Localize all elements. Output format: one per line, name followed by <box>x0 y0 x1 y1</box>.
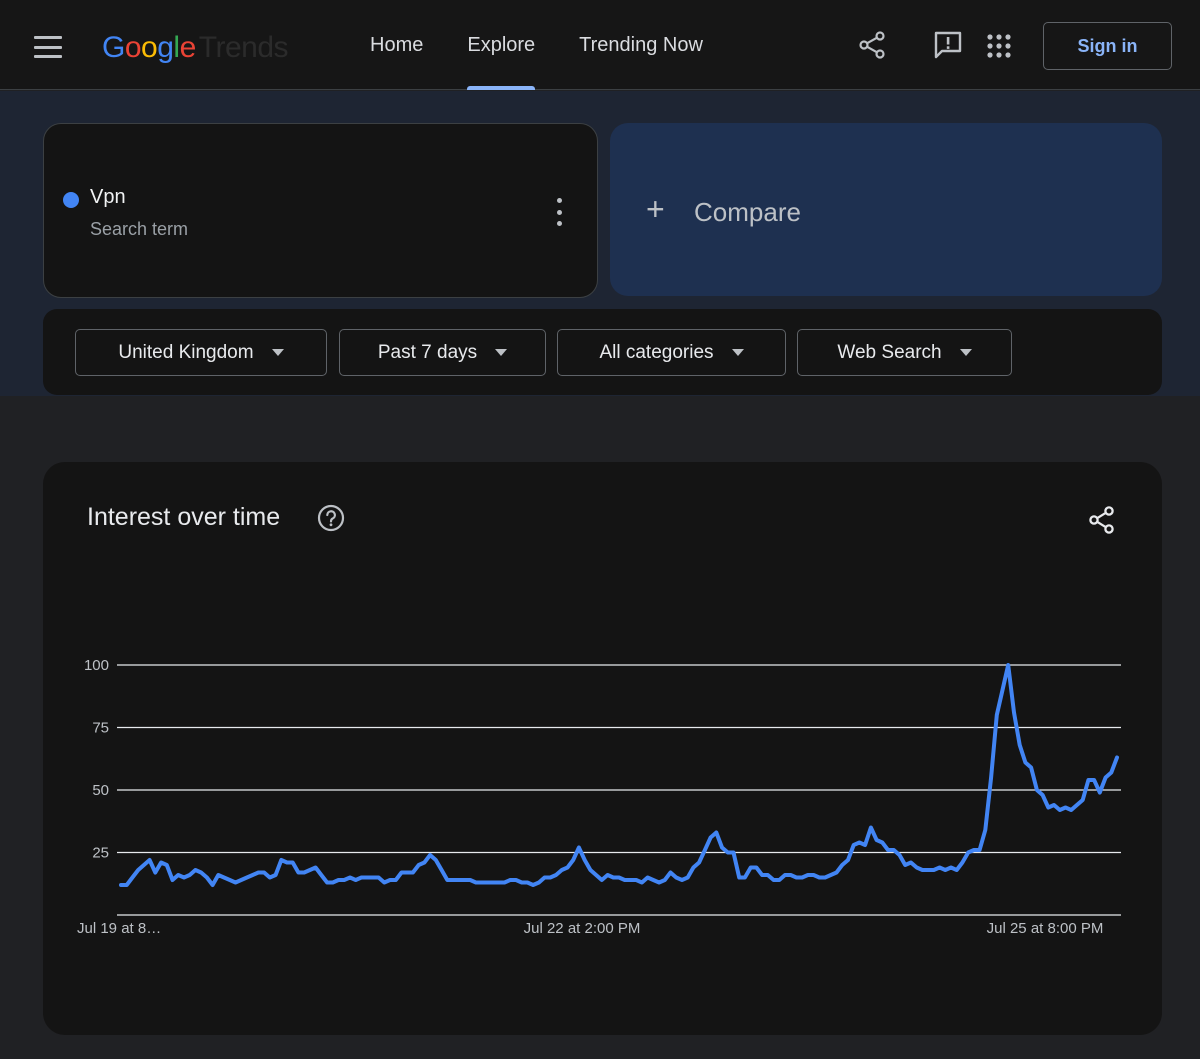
chevron-down-icon <box>959 349 972 356</box>
category-dropdown[interactable]: All categories <box>557 329 786 376</box>
top-bar: Google Trends Home Explore Trending Now S… <box>0 0 1200 90</box>
period-dropdown[interactable]: Past 7 days <box>339 329 546 376</box>
region-dropdown[interactable]: United Kingdom <box>75 329 327 376</box>
y-tick-label: 25 <box>92 845 109 862</box>
nav-trending-now[interactable]: Trending Now <box>557 0 725 90</box>
period-value: Past 7 days <box>377 341 478 363</box>
nav-explore[interactable]: Explore <box>445 0 557 90</box>
share-icon[interactable] <box>857 30 887 60</box>
feedback-icon[interactable] <box>933 30 963 60</box>
menu-icon[interactable] <box>34 36 62 58</box>
google-trends-logo[interactable]: Google Trends <box>102 28 289 68</box>
term-color-dot <box>63 192 79 208</box>
compare-button[interactable]: + Compare <box>610 123 1162 296</box>
term-name: Vpn <box>90 186 126 208</box>
y-tick-label: 50 <box>92 782 109 799</box>
chevron-down-icon <box>495 349 508 356</box>
property-dropdown[interactable]: Web Search <box>797 329 1012 376</box>
nav-home[interactable]: Home <box>348 0 445 90</box>
compare-label: Compare <box>694 197 801 227</box>
logo-google: Google <box>102 31 196 64</box>
logo-trends: Trends <box>198 31 289 64</box>
apps-icon[interactable] <box>986 33 1012 59</box>
x-tick-label: Jul 19 at 8… <box>77 920 161 937</box>
main-nav: Home Explore Trending Now <box>348 0 725 90</box>
x-tick-label: Jul 22 at 2:00 PM <box>524 920 641 937</box>
y-tick-label: 75 <box>92 720 109 737</box>
region-value: United Kingdom <box>118 341 254 363</box>
y-tick-label: 100 <box>84 657 109 674</box>
interest-over-time-card: Interest over time 25 50 75 100 Jul 19 at 8…… <box>43 462 1162 1035</box>
filter-bar: United Kingdom Past 7 days All categorie… <box>43 309 1162 395</box>
plus-icon: + <box>646 191 665 227</box>
more-options-icon[interactable] <box>552 198 566 226</box>
chevron-down-icon <box>731 349 744 356</box>
search-term-card[interactable]: Vpn Search term <box>43 123 598 298</box>
sign-in-button[interactable]: Sign in <box>1043 22 1172 70</box>
chevron-down-icon <box>271 349 284 356</box>
term-type: Search term <box>90 219 189 239</box>
x-tick-label: Jul 25 at 8:00 PM <box>987 920 1104 937</box>
category-value: All categories <box>599 341 714 363</box>
property-value: Web Search <box>837 341 942 363</box>
line-chart: 25 50 75 100 Jul 19 at 8… Jul 22 at 2:00 PM Ju… <box>77 657 1121 937</box>
